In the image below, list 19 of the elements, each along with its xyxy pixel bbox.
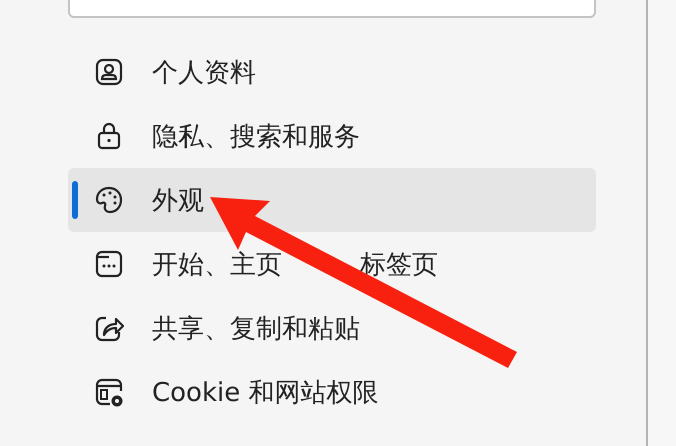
sidebar-item[interactable]: 共享、复制和粘贴 — [68, 296, 596, 360]
sidebar-item[interactable]: 外观 — [68, 168, 596, 232]
sidebar-item[interactable]: 开始、主页 标签页 — [68, 232, 596, 296]
sidebar-item-label: 个人资料 — [152, 56, 256, 90]
window-gear-icon — [94, 377, 124, 407]
selection-indicator — [72, 181, 78, 219]
sidebar-item-label: 标签页 — [360, 248, 438, 282]
window-icon — [94, 249, 124, 279]
sidebar-item[interactable]: 个人资料 — [68, 40, 596, 104]
profile-icon — [94, 57, 124, 87]
sidebar-item-label: 外观 — [152, 184, 204, 218]
sidebar-item[interactable]: Cookie 和网站权限 — [68, 360, 596, 424]
sidebar-item-label: Cookie 和网站权限 — [152, 376, 379, 410]
palette-icon — [94, 185, 124, 215]
sidebar-item[interactable]: 隐私、搜索和服务 — [68, 104, 596, 168]
search-field[interactable] — [68, 0, 596, 18]
sidebar-item-label: 开始、主页 — [152, 248, 282, 282]
sidebar-item-label: 隐私、搜索和服务 — [152, 120, 360, 154]
sidebar-item-label: 共享、复制和粘贴 — [152, 312, 360, 346]
